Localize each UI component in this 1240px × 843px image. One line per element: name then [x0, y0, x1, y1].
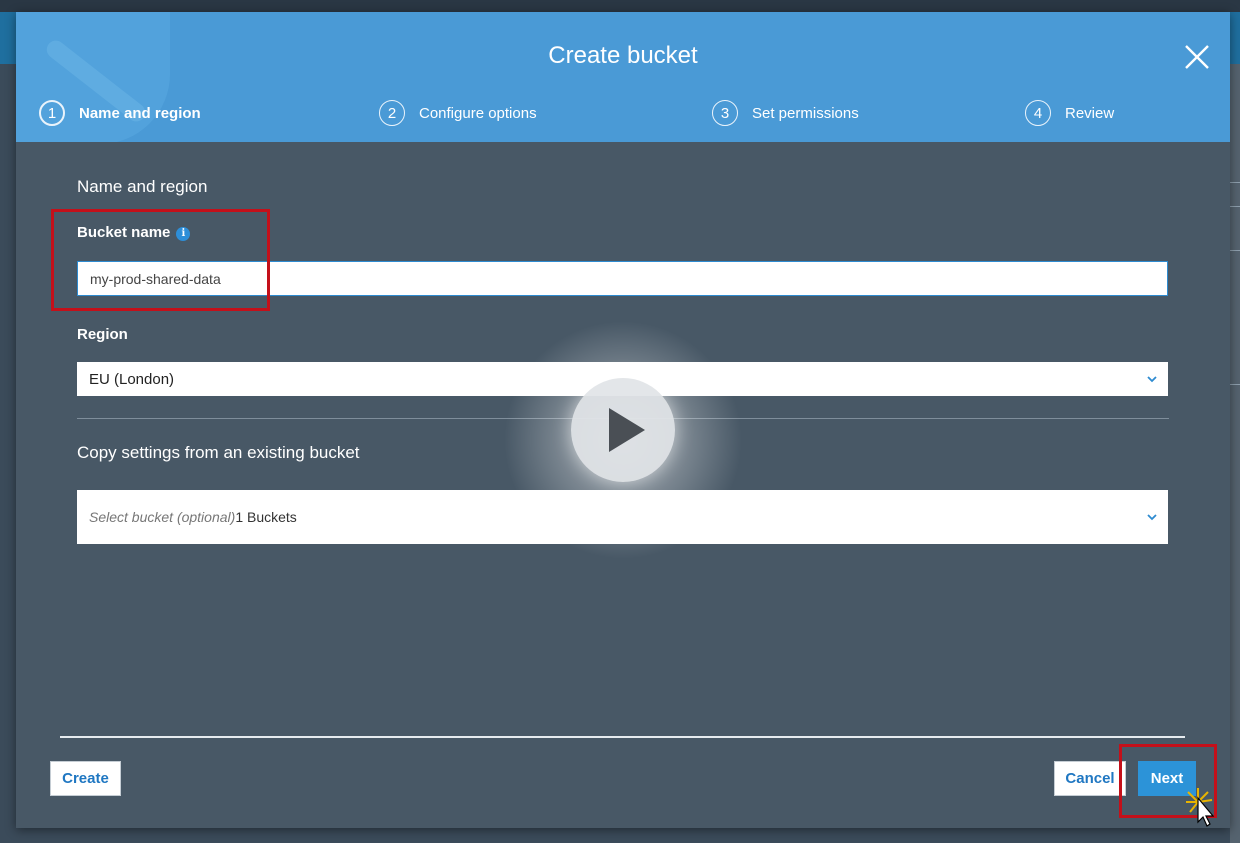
dialog-header: Create bucket 1 Name and region 2 Config… — [16, 12, 1230, 142]
step-review[interactable]: 4 Review — [1025, 100, 1114, 126]
play-button[interactable] — [571, 378, 675, 482]
step-label: Review — [1065, 104, 1115, 122]
step-number: 3 — [712, 100, 738, 126]
background-divider — [1230, 182, 1240, 183]
step-number: 1 — [39, 100, 65, 126]
info-icon[interactable]: i — [176, 227, 191, 241]
bucket-name-input[interactable] — [77, 261, 1168, 296]
play-icon — [609, 408, 645, 452]
bucket-name-label: Bucket name i — [77, 224, 191, 241]
close-icon — [1185, 45, 1209, 69]
create-button[interactable]: Create — [50, 761, 121, 796]
background-app-panel — [1230, 64, 1240, 843]
copy-settings-title: Copy settings from an existing bucket — [77, 443, 360, 462]
region-selected-value: EU (London) — [89, 370, 175, 388]
chevron-down-icon — [1147, 514, 1157, 521]
background-app-topbar — [0, 0, 1240, 12]
footer-divider — [60, 736, 1185, 738]
step-number: 4 — [1025, 100, 1051, 126]
step-configure-options[interactable]: 2 Configure options — [379, 100, 537, 126]
step-number: 2 — [379, 100, 405, 126]
background-divider — [1230, 384, 1240, 385]
next-button[interactable]: Next — [1138, 761, 1196, 796]
cancel-button[interactable]: Cancel — [1054, 761, 1126, 796]
dialog-title: Create bucket — [548, 42, 698, 69]
step-label: Name and region — [79, 104, 201, 122]
step-label: Configure options — [419, 104, 537, 122]
step-name-and-region[interactable]: 1 Name and region — [39, 100, 201, 126]
step-label: Set permissions — [752, 104, 859, 122]
background-divider — [1230, 250, 1240, 251]
bucket-name-label-text: Bucket name — [77, 224, 171, 241]
background-divider — [1230, 206, 1240, 207]
copy-bucket-select[interactable]: Select bucket (optional) 1 Buckets — [77, 490, 1168, 544]
bucket-count: 1 Buckets — [235, 509, 297, 525]
section-title: Name and region — [77, 177, 208, 196]
close-button[interactable] — [1182, 42, 1212, 72]
select-bucket-placeholder: Select bucket (optional) — [89, 509, 236, 525]
chevron-down-icon — [1147, 376, 1157, 383]
region-label: Region — [77, 326, 128, 343]
step-set-permissions[interactable]: 3 Set permissions — [712, 100, 859, 126]
